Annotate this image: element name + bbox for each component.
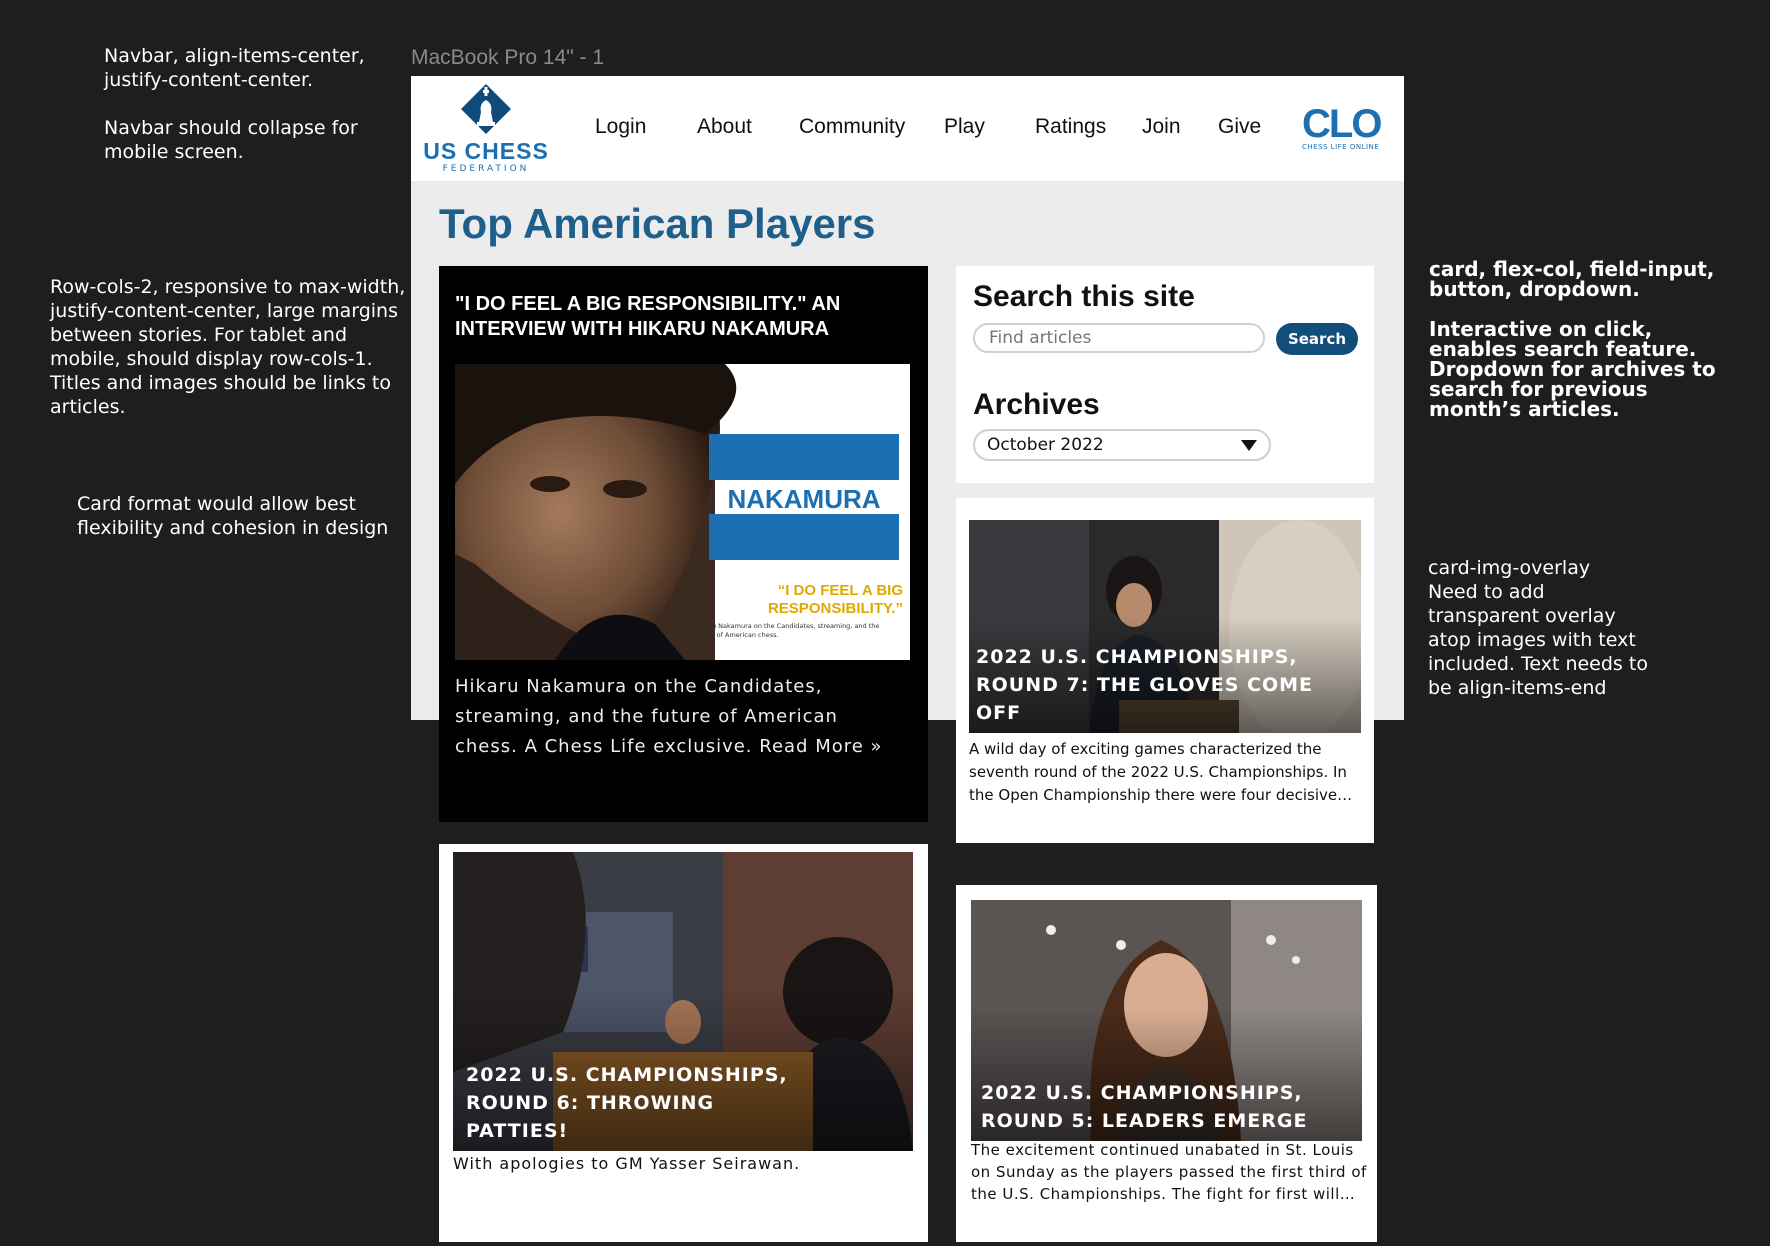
archives-title: Archives bbox=[973, 388, 1100, 421]
logo-subtext: FEDERATION bbox=[442, 164, 530, 174]
feature-story-image-link[interactable]: NAKAMURA “I DO FEEL A BIG RESPONSIBILITY… bbox=[455, 364, 910, 660]
search-input[interactable] bbox=[973, 323, 1265, 353]
story-image-link-round-7[interactable]: 2022 U.S. CHAMPIONSHIPS, ROUND 7: THE GL… bbox=[969, 520, 1361, 733]
feature-story-title-link[interactable]: "I DO FEEL A BIG RESPONSIBILITY." AN INT… bbox=[455, 292, 895, 342]
navbar-annotation: Navbar, align-items-center, justify-cont… bbox=[104, 45, 365, 163]
clo-logo-text: CLO bbox=[1302, 102, 1382, 146]
search-annotation: card, flex-col, field-input, button, dro… bbox=[1429, 257, 1716, 421]
archives-selected-value: October 2022 bbox=[987, 435, 1104, 455]
search-card: Search this site Search Archives October… bbox=[956, 266, 1374, 483]
story-card-round-6: 2022 U.S. CHAMPIONSHIPS, ROUND 6: THROWI… bbox=[439, 844, 928, 1242]
story-description-round-5: The excitement continued unabated in St.… bbox=[971, 1141, 1367, 1203]
story-card-round-7: 2022 U.S. CHAMPIONSHIPS, ROUND 7: THE GL… bbox=[956, 498, 1374, 843]
page-title: Top American Players bbox=[439, 200, 876, 247]
image-caption-text: Hikaru Nakamura on the Candidates, strea… bbox=[695, 622, 880, 639]
navbar: US CHESS FEDERATION Login About Communit… bbox=[411, 76, 1404, 181]
story-title-link-round-7[interactable]: 2022 U.S. CHAMPIONSHIPS, ROUND 7: THE GL… bbox=[976, 643, 1346, 727]
logo-text: US CHESS bbox=[423, 138, 549, 164]
feature-story-card: "I DO FEEL A BIG RESPONSIBILITY." AN INT… bbox=[439, 266, 928, 822]
story-image-link-round-5[interactable]: 2022 U.S. CHAMPIONSHIPS, ROUND 5: LEADER… bbox=[971, 900, 1362, 1141]
us-chess-logo[interactable]: US CHESS FEDERATION bbox=[421, 82, 551, 174]
feature-story-description: Hikaru Nakamura on the Candidates, strea… bbox=[455, 676, 883, 757]
chess-life-online-logo[interactable]: CLO CHESS LIFE ONLINE bbox=[1302, 104, 1392, 152]
nav-join[interactable]: Join bbox=[1142, 115, 1181, 139]
caret-down-icon bbox=[1241, 440, 1257, 451]
story-image-link-round-6[interactable]: 2022 U.S. CHAMPIONSHIPS, ROUND 6: THROWI… bbox=[453, 852, 913, 1151]
story-title-link-round-5[interactable]: 2022 U.S. CHAMPIONSHIPS, ROUND 5: LEADER… bbox=[981, 1079, 1311, 1135]
search-title: Search this site bbox=[973, 280, 1195, 313]
nav-give[interactable]: Give bbox=[1218, 115, 1261, 139]
overlay-annotation: card-img-overlay Need to add transparent… bbox=[1428, 557, 1648, 699]
nav-login[interactable]: Login bbox=[595, 115, 646, 139]
story-description-round-6: With apologies to GM Yasser Seirawan. bbox=[453, 1154, 801, 1173]
image-quote-text: “I DO FEEL A BIG RESPONSIBILITY.” bbox=[767, 582, 903, 617]
chess-king-icon bbox=[461, 84, 511, 134]
search-button[interactable]: Search bbox=[1276, 323, 1358, 355]
archives-dropdown[interactable]: October 2022 bbox=[973, 429, 1271, 461]
story-title-link-round-6[interactable]: 2022 U.S. CHAMPIONSHIPS, ROUND 6: THROWI… bbox=[466, 1061, 796, 1145]
nav-community[interactable]: Community bbox=[799, 115, 905, 139]
image-name-text: NAKAMURA bbox=[727, 484, 881, 514]
nav-play[interactable]: Play bbox=[944, 115, 985, 139]
story-description-round-7: A wild day of exciting games characteriz… bbox=[969, 740, 1353, 804]
rows-annotation: Row-cols-2, responsive to max-width, jus… bbox=[50, 276, 406, 418]
card-annotation: Card format would allow best flexibility… bbox=[77, 493, 389, 539]
frame-label: MacBook Pro 14" - 1 bbox=[411, 46, 605, 69]
story-card-round-5: 2022 U.S. CHAMPIONSHIPS, ROUND 5: LEADER… bbox=[956, 885, 1377, 1242]
nav-about[interactable]: About bbox=[697, 115, 752, 139]
clo-logo-subtext: CHESS LIFE ONLINE bbox=[1302, 143, 1380, 151]
nav-ratings[interactable]: Ratings bbox=[1035, 115, 1106, 139]
